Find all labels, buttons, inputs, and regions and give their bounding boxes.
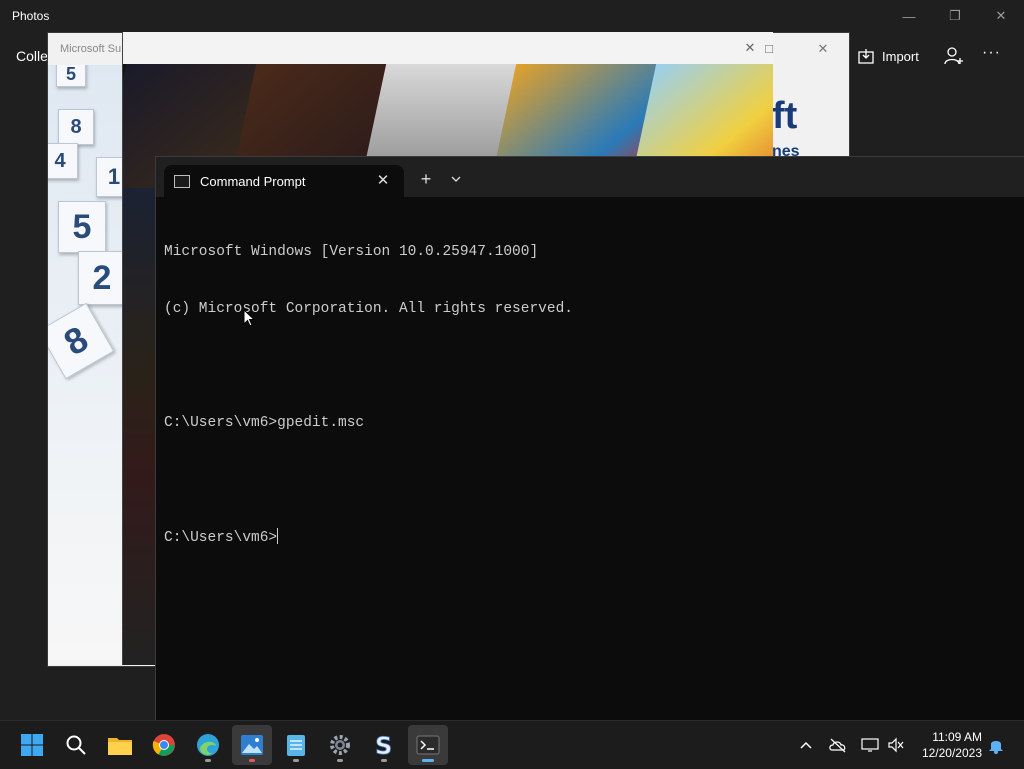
taskbar-file-explorer[interactable] [100, 725, 140, 765]
svg-text:S: S [375, 732, 392, 758]
close-tab-icon[interactable]: ✕ [372, 170, 394, 192]
chevron-up-icon[interactable] [796, 735, 816, 755]
edge-dev-icon [197, 734, 219, 756]
running-indicator [422, 759, 434, 762]
import-icon [858, 49, 874, 64]
terminal-window[interactable]: Command Prompt ✕ + Microsoft Windows [Ve… [155, 156, 1024, 721]
prompt-text: C:\Users\vm6> [164, 530, 278, 546]
collections-nav[interactable]: Colle [16, 48, 48, 64]
command-prompt-icon [174, 175, 190, 188]
photos-title: Photos [12, 9, 50, 23]
windows-logo-icon [21, 734, 43, 756]
games-side-art [123, 188, 157, 665]
notification-bell-icon[interactable] [986, 735, 1006, 755]
running-indicator [381, 759, 387, 762]
search-button[interactable] [56, 725, 96, 765]
photos-icon [241, 735, 263, 755]
network-icon[interactable] [860, 735, 880, 755]
running-indicator [205, 759, 211, 762]
sudoku-tile: 5 [58, 201, 106, 253]
gear-icon [330, 735, 350, 755]
taskbar-chrome[interactable] [144, 725, 184, 765]
new-tab-button[interactable]: + [416, 169, 436, 189]
taskbar-photos[interactable] [232, 725, 272, 765]
tab-command-prompt[interactable]: Command Prompt ✕ [164, 165, 404, 197]
taskbar: S 11:09 AM 12/20/2023 [0, 720, 1024, 769]
taskbar-terminal[interactable] [408, 725, 448, 765]
volume-muted-icon[interactable] [886, 735, 906, 755]
import-label: Import [882, 48, 919, 64]
sudoku-tile: 4 [48, 143, 78, 179]
chrome-icon [152, 734, 175, 756]
maximize-icon[interactable]: □ [757, 32, 781, 64]
sudoku-tile: 8 [58, 109, 94, 145]
sudoku-tile: 5 [56, 65, 86, 87]
start-button[interactable] [12, 725, 52, 765]
sudoku-tile: 2 [78, 251, 124, 305]
clock-time: 11:09 AM [932, 730, 982, 744]
terminal-icon [416, 735, 440, 755]
notepad-icon [287, 735, 305, 756]
sudoku-board-art: 5 8 4 1 5 2 8 [48, 65, 124, 665]
sudoku-logo: ft [772, 95, 798, 137]
system-clock[interactable]: 11:09 AM 12/20/2023 [914, 729, 982, 761]
running-indicator [337, 759, 343, 762]
tab-label: Command Prompt [200, 174, 306, 189]
clock-date: 12/20/2023 [921, 746, 982, 760]
sudoku-tile: 8 [48, 302, 115, 380]
console-line: (c) Microsoft Corporation. All rights re… [164, 301, 573, 317]
games-titlebar: ✕ □ [123, 32, 773, 64]
taskbar-app-s[interactable]: S [364, 725, 404, 765]
mouse-cursor-icon [243, 309, 255, 327]
console-line: Microsoft Windows [Version 10.0.25947.10… [164, 244, 539, 260]
close-icon[interactable]: ✕ [800, 33, 846, 65]
add-person-icon[interactable] [942, 44, 966, 68]
chevron-down-icon[interactable] [446, 169, 466, 189]
onedrive-offline-icon[interactable] [828, 735, 848, 755]
console-prompt-line[interactable]: C:\Users\vm6> [164, 528, 1014, 547]
taskbar-notepad[interactable] [276, 725, 316, 765]
folder-icon [108, 738, 132, 755]
tab-bar: Command Prompt ✕ + [156, 157, 1024, 197]
running-indicator [249, 759, 255, 762]
more-options-button[interactable]: ··· [982, 44, 1008, 68]
minimize-icon[interactable]: — [886, 0, 932, 32]
import-button[interactable]: Import [858, 44, 919, 68]
app-s-icon: S [375, 732, 393, 758]
taskbar-settings[interactable] [320, 725, 360, 765]
sudoku-tile: 1 [96, 157, 124, 197]
taskbar-edge-dev[interactable] [188, 725, 228, 765]
search-icon [66, 735, 86, 755]
running-indicator [293, 759, 299, 762]
close-icon[interactable]: ✕ [978, 0, 1024, 32]
text-caret [277, 528, 279, 544]
console-output[interactable]: Microsoft Windows [Version 10.0.25947.10… [164, 205, 1014, 585]
console-line: C:\Users\vm6>gpedit.msc [164, 415, 365, 431]
restore-icon[interactable]: ❐ [932, 0, 978, 32]
sudoku-title: Microsoft Su [60, 43, 122, 55]
